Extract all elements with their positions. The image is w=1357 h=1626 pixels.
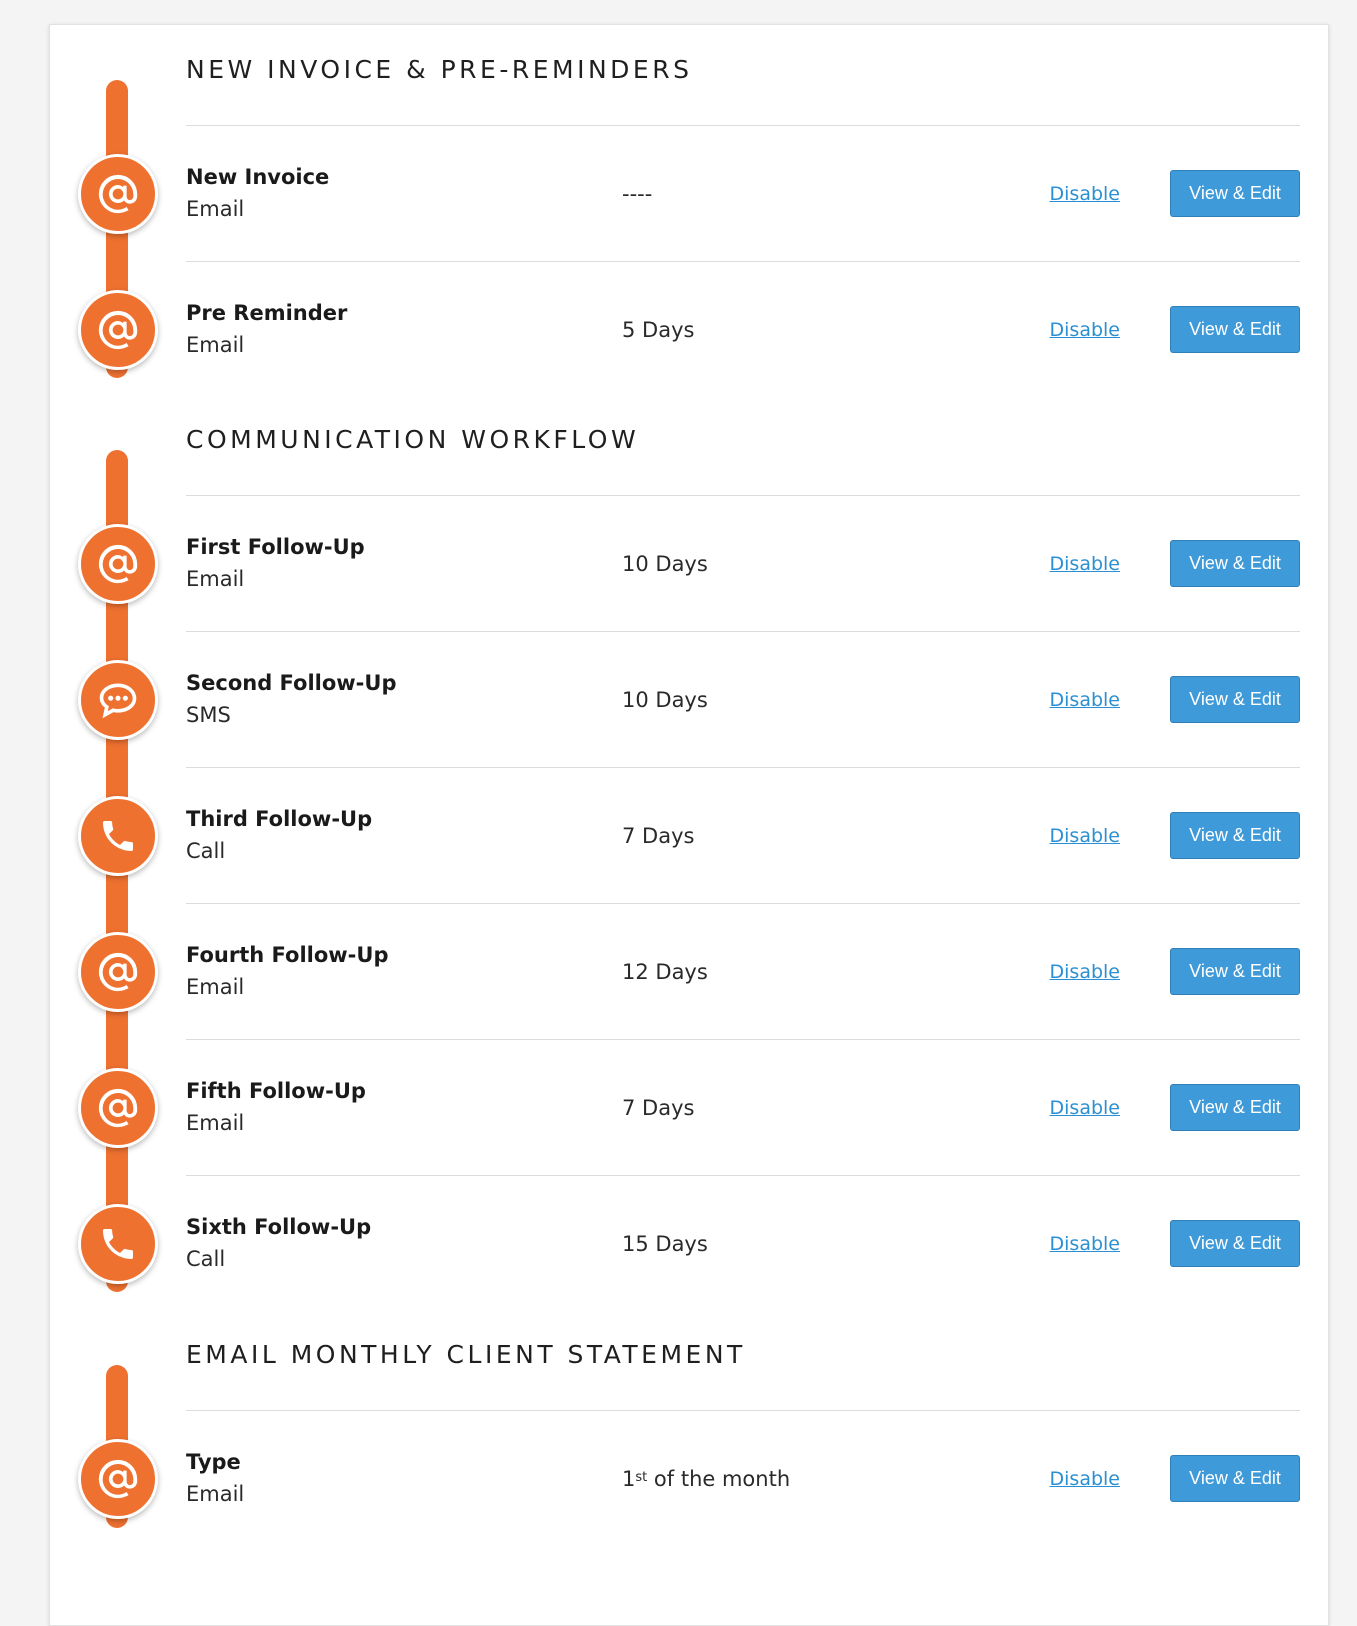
- step-channel: Call: [186, 1247, 226, 1271]
- step-name: Fifth Follow-Up: [186, 1079, 366, 1103]
- sms-chat-icon: [78, 660, 158, 740]
- disable-link[interactable]: Disable: [1050, 768, 1120, 904]
- step-name: Type: [186, 1450, 241, 1474]
- disable-link[interactable]: Disable: [1050, 1040, 1120, 1176]
- step-delay: 7 Days: [622, 1096, 695, 1120]
- section-title: COMMUNICATION WORKFLOW: [186, 425, 640, 454]
- step-delay: 5 Days: [622, 318, 695, 342]
- step-row: Type Email 1st of the month Disable View…: [50, 1411, 1328, 1547]
- step-name: Second Follow-Up: [186, 671, 397, 695]
- disable-link[interactable]: Disable: [1050, 1176, 1120, 1312]
- disable-link[interactable]: Disable: [1050, 632, 1120, 768]
- step-row: Fifth Follow-Up Email 7 Days Disable Vie…: [50, 1040, 1328, 1176]
- step-row: First Follow-Up Email 10 Days Disable Vi…: [50, 496, 1328, 632]
- delay-ordinal-suffix: st: [635, 1469, 648, 1485]
- view-edit-button[interactable]: View & Edit: [1170, 812, 1300, 859]
- email-at-icon: [78, 154, 158, 234]
- section-communication-workflow: COMMUNICATION WORKFLOW First Follow-Up E…: [50, 395, 1328, 1310]
- step-delay: ----: [622, 182, 653, 206]
- step-name: Third Follow-Up: [186, 807, 373, 831]
- step-channel: Email: [186, 1482, 245, 1506]
- step-channel: Email: [186, 975, 245, 999]
- step-row: New Invoice Email ---- Disable View & Ed…: [50, 126, 1328, 262]
- delay-suffix-text: of the month: [647, 1467, 791, 1491]
- view-edit-button[interactable]: View & Edit: [1170, 1220, 1300, 1267]
- disable-link[interactable]: Disable: [1050, 496, 1120, 632]
- section-title: NEW INVOICE & PRE-REMINDERS: [186, 55, 693, 84]
- view-edit-button[interactable]: View & Edit: [1170, 1084, 1300, 1131]
- email-at-icon: [78, 1439, 158, 1519]
- view-edit-button[interactable]: View & Edit: [1170, 306, 1300, 353]
- step-channel: Email: [186, 567, 245, 591]
- step-delay: 1st of the month: [622, 1411, 790, 1547]
- step-channel: Call: [186, 839, 226, 863]
- step-row: Third Follow-Up Call 7 Days Disable View…: [50, 768, 1328, 904]
- phone-icon: [78, 796, 158, 876]
- phone-icon: [78, 1204, 158, 1284]
- step-name: New Invoice: [186, 165, 330, 189]
- step-channel: Email: [186, 197, 245, 221]
- step-name: Pre Reminder: [186, 301, 348, 325]
- step-delay: 10 Days: [622, 688, 708, 712]
- section-title: EMAIL MONTHLY CLIENT STATEMENT: [186, 1340, 746, 1369]
- disable-link[interactable]: Disable: [1050, 262, 1120, 398]
- step-channel: SMS: [186, 703, 231, 727]
- step-channel: Email: [186, 1111, 245, 1135]
- step-name: First Follow-Up: [186, 535, 365, 559]
- section-monthly-statement: EMAIL MONTHLY CLIENT STATEMENT Type Emai…: [50, 1310, 1328, 1610]
- view-edit-button[interactable]: View & Edit: [1170, 1455, 1300, 1502]
- disable-link[interactable]: Disable: [1050, 126, 1120, 262]
- step-delay: 15 Days: [622, 1232, 708, 1256]
- view-edit-button[interactable]: View & Edit: [1170, 948, 1300, 995]
- step-delay: 12 Days: [622, 960, 708, 984]
- delay-day-number: 1: [622, 1467, 636, 1491]
- disable-link[interactable]: Disable: [1050, 904, 1120, 1040]
- section-new-invoice: NEW INVOICE & PRE-REMINDERS New Invoice …: [50, 25, 1328, 395]
- step-row: Pre Reminder Email 5 Days Disable View &…: [50, 262, 1328, 398]
- disable-link[interactable]: Disable: [1050, 1411, 1120, 1547]
- view-edit-button[interactable]: View & Edit: [1170, 540, 1300, 587]
- step-name: Fourth Follow-Up: [186, 943, 389, 967]
- step-row: Second Follow-Up SMS 10 Days Disable Vie…: [50, 632, 1328, 768]
- step-delay: 10 Days: [622, 552, 708, 576]
- step-row: Fourth Follow-Up Email 12 Days Disable V…: [50, 904, 1328, 1040]
- step-channel: Email: [186, 333, 245, 357]
- email-at-icon: [78, 1068, 158, 1148]
- step-name: Sixth Follow-Up: [186, 1215, 372, 1239]
- step-row: Sixth Follow-Up Call 15 Days Disable Vie…: [50, 1176, 1328, 1312]
- email-at-icon: [78, 932, 158, 1012]
- step-delay: 7 Days: [622, 824, 695, 848]
- workflow-card: NEW INVOICE & PRE-REMINDERS New Invoice …: [49, 24, 1329, 1626]
- view-edit-button[interactable]: View & Edit: [1170, 676, 1300, 723]
- view-edit-button[interactable]: View & Edit: [1170, 170, 1300, 217]
- email-at-icon: [78, 290, 158, 370]
- email-at-icon: [78, 524, 158, 604]
